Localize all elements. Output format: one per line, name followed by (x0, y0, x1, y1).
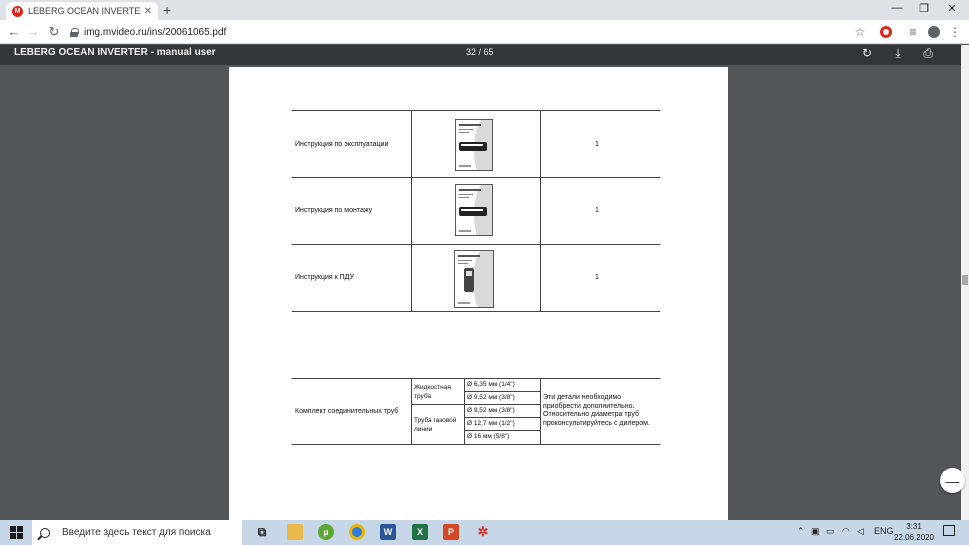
pdf-toolbar: LEBERG OCEAN INVERTER - manual user 32 /… (0, 45, 969, 65)
app-swirl-icon[interactable]: ✲ (475, 524, 491, 540)
table-rule (411, 110, 412, 311)
close-tab-icon[interactable]: ✕ (144, 6, 152, 17)
table-rule (540, 110, 541, 311)
forward-icon[interactable]: → (25, 24, 41, 39)
address-bar-row: ← → ↻ img.mvideo.ru/ins/20061065.pdf ☆ ≡… (0, 20, 969, 44)
opera-extension-icon[interactable] (880, 26, 892, 38)
pipe-kit-label: Комплект соединительных труб (295, 408, 399, 415)
taskbar-search[interactable]: Введите здесь текст для поиска (32, 520, 242, 545)
lock-icon (70, 27, 79, 37)
utorrent-icon[interactable]: µ (318, 524, 334, 540)
scrollbar[interactable] (961, 45, 969, 520)
table-rule (292, 244, 660, 245)
pipe-size: Ø 9,52 мм (3/8") (467, 394, 515, 401)
table-rule (292, 378, 660, 379)
powerpoint-icon[interactable]: P (443, 524, 459, 540)
remote-booklet-icon (454, 250, 494, 308)
table-rule (292, 311, 660, 312)
manual-booklet-icon (455, 119, 493, 171)
gas-pipe-label: Труба газовой линии (414, 417, 457, 433)
liquid-pipe-label: Жидкостная труба (414, 384, 451, 400)
scrollbar-thumb[interactable] (962, 275, 968, 285)
table-rule (540, 378, 541, 444)
table-cell-item: Инструкция по эксплуатации (295, 141, 389, 148)
print-icon[interactable]: ⎙ (920, 46, 936, 61)
browser-tab[interactable]: M LEBERG OCEAN INVERTER - man ✕ (6, 2, 158, 20)
mvideo-favicon-icon: M (12, 5, 23, 17)
table-rule (464, 417, 540, 418)
url-text: img.mvideo.ru/ins/20061065.pdf (84, 26, 227, 38)
pipe-size: Ø 16 мм (5/8") (467, 433, 510, 440)
playlist-icon[interactable]: ≡ (905, 25, 921, 39)
table-rule (292, 110, 660, 111)
table-rule (464, 430, 540, 431)
profile-avatar-icon[interactable] (928, 26, 940, 38)
taskbar: Введите здесь текст для поиска ⧉ µ W X P… (0, 520, 969, 545)
table-cell-qty: 1 (595, 274, 599, 281)
network-icon[interactable]: ◠ (842, 526, 850, 537)
table-rule (411, 404, 540, 405)
search-icon (40, 527, 50, 538)
table-cell-item: Инструкция по монтажу (295, 207, 373, 214)
back-icon[interactable]: ← (6, 24, 22, 39)
table-rule (464, 391, 540, 392)
windows-start-icon[interactable] (10, 526, 23, 539)
minimize-icon[interactable]: — (887, 2, 907, 14)
clock-date: 22.06.2020 (893, 533, 935, 542)
url-field[interactable]: img.mvideo.ru/ins/20061065.pdf (70, 23, 880, 41)
pipe-size: Ø 12,7 мм (1/2") (467, 420, 515, 427)
table-cell-item: Инструкция к ПДУ (295, 274, 354, 281)
new-tab-button[interactable]: + (163, 2, 171, 18)
table-rule (411, 378, 412, 444)
pipe-size: Ø 9,52 мм (3/8") (467, 407, 515, 414)
pdf-title: LEBERG OCEAN INVERTER - manual user (14, 47, 216, 58)
pipe-size: Ø 6,35 мм (1/4") (467, 381, 515, 388)
rotate-icon[interactable]: ↻ (859, 46, 875, 60)
clock[interactable]: 3:31 22.06.2020 (893, 521, 935, 543)
battery-icon[interactable]: ▭ (826, 526, 835, 537)
table-rule (292, 177, 660, 178)
chrome-icon[interactable] (349, 524, 365, 540)
download-icon[interactable]: ⤓ (890, 46, 906, 61)
pdf-page: Инструкция по эксплуатации 1 Инструкция … (229, 67, 728, 527)
tray-app-icon[interactable]: ▣ (811, 526, 820, 537)
clock-time: 3:31 (906, 522, 922, 531)
excel-icon[interactable]: X (412, 524, 428, 540)
installation-booklet-icon (455, 184, 493, 236)
maximize-icon[interactable]: ❐ (914, 2, 934, 15)
notifications-icon[interactable] (943, 525, 955, 536)
table-cell-qty: 1 (595, 141, 599, 148)
zoom-out-button[interactable]: — (940, 468, 965, 493)
volume-icon[interactable]: ◁ (857, 526, 864, 537)
close-window-icon[interactable]: ✕ (942, 2, 962, 15)
table-rule (292, 444, 660, 445)
word-icon[interactable]: W (380, 524, 396, 540)
reload-icon[interactable]: ↻ (46, 24, 62, 40)
file-explorer-icon[interactable] (287, 524, 303, 540)
bookmark-star-icon[interactable]: ☆ (852, 25, 868, 39)
search-placeholder: Введите здесь текст для поиска (62, 527, 211, 538)
menu-dots-icon[interactable]: ⋮ (947, 25, 963, 39)
task-view-icon[interactable]: ⧉ (254, 524, 270, 540)
page-indicator: 32 / 65 (466, 47, 494, 57)
tab-title: LEBERG OCEAN INVERTER - man (28, 6, 140, 16)
tray-chevron-icon[interactable]: ⌃ (797, 526, 805, 537)
table-cell-qty: 1 (595, 207, 599, 214)
pipe-note: Эти детали необходимо приобрести дополни… (543, 394, 650, 427)
tab-strip: M LEBERG OCEAN INVERTER - man ✕ + — ❐ ✕ (0, 0, 969, 20)
table-rule (464, 378, 465, 444)
language-indicator[interactable]: ENG (874, 526, 894, 536)
